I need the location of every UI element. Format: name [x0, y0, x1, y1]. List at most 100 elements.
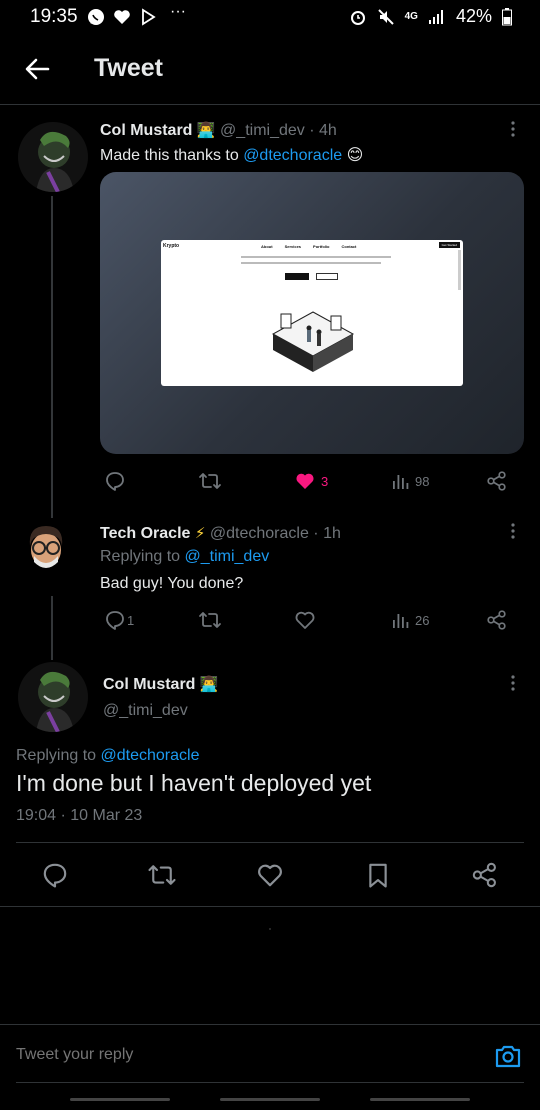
status-overflow: ···	[170, 3, 186, 20]
whatsapp-icon	[88, 9, 104, 25]
avatar[interactable]	[18, 520, 74, 576]
share-button[interactable]	[486, 609, 508, 631]
tweet-text-emoji: 😊	[346, 147, 364, 164]
camera-icon[interactable]	[494, 1043, 522, 1069]
main-tweet-text: I'm done but I haven't deployed yet	[16, 770, 372, 796]
main-author: Col Mustard 👨‍💻	[103, 675, 219, 694]
preview-nav-item: Services	[284, 244, 302, 249]
signal-icon	[428, 9, 443, 24]
views-count: 26	[415, 612, 430, 628]
replying-label: Replying to	[100, 548, 185, 565]
like-icon[interactable]	[256, 861, 284, 889]
share-icon	[487, 471, 506, 491]
status-notification-icons: ···	[86, 3, 186, 27]
retweet-button[interactable]	[198, 609, 222, 631]
loading-dot	[269, 928, 271, 930]
author-handle[interactable]: @_timi_dev	[220, 122, 305, 139]
alarm-icon	[350, 10, 365, 25]
retweet-icon[interactable]	[147, 861, 177, 889]
avatar-memoji-icon	[18, 520, 74, 576]
nav-pill[interactable]	[70, 1098, 170, 1101]
author-handle[interactable]: @dtechoracle	[210, 525, 309, 542]
bookmark-icon[interactable]	[364, 861, 392, 889]
views-button[interactable]: 26	[390, 610, 429, 630]
replying-to-link[interactable]: @_timi_dev	[185, 548, 270, 565]
author-emoji: 👨‍💻	[199, 676, 219, 693]
preview-button	[316, 273, 338, 280]
more-icon[interactable]	[506, 119, 520, 139]
mention-link[interactable]: @dtechoracle	[243, 147, 342, 164]
play-store-icon	[142, 8, 156, 26]
preview-nav: About Services Portfolio Contact	[261, 244, 356, 249]
preview-nav-item: Contact	[341, 244, 357, 249]
divider	[16, 1082, 524, 1083]
divider	[16, 842, 524, 843]
avatar-joker-icon	[18, 662, 88, 732]
preview-nav-item: Portfolio	[313, 244, 330, 249]
battery-icon	[502, 7, 512, 25]
avatar[interactable]	[18, 662, 88, 732]
retweet-button[interactable]	[198, 470, 222, 492]
tweet-header: Col Mustard 👨‍💻 @_timi_dev · 4h	[100, 121, 500, 140]
preview-brand: Krypto	[163, 243, 180, 249]
preview-cta: Get Started	[438, 242, 460, 248]
views-icon	[393, 614, 409, 628]
tweet-actions: 1 26	[100, 608, 524, 632]
preview-text-line	[241, 262, 381, 264]
tweet-text: Made this thanks to @dtechoracle 😊	[100, 145, 520, 165]
reply-icon	[106, 611, 124, 630]
author-name[interactable]: Tech Oracle	[100, 525, 190, 542]
page-title: Tweet	[94, 54, 163, 82]
back-arrow-icon[interactable]	[22, 54, 52, 84]
author-name[interactable]: Col Mustard	[103, 676, 195, 693]
avatar[interactable]	[18, 122, 88, 192]
status-bar: 19:35 ··· 4G 42%	[0, 0, 540, 36]
top-app-bar: Tweet	[0, 40, 540, 105]
tweet-text: Bad guy! You done?	[100, 575, 244, 592]
replying-to: Replying to @dtechoracle	[16, 747, 199, 765]
reply-input[interactable]	[16, 1043, 456, 1067]
status-system-icons: 4G 42%	[349, 6, 512, 27]
like-button[interactable]: 3	[294, 470, 328, 492]
thread-line	[51, 196, 53, 518]
tweet-media[interactable]: Krypto About Services Portfolio Contact …	[100, 172, 524, 454]
network-type: 4G	[404, 11, 418, 22]
preview-illustration	[271, 311, 355, 372]
battery-percent: 42%	[455, 6, 492, 26]
tweet-actions: 3 98	[100, 469, 524, 493]
reply-button[interactable]	[104, 470, 126, 492]
mute-icon	[377, 8, 394, 25]
retweet-icon	[199, 612, 221, 628]
preview-button	[285, 273, 309, 280]
author-badge: ⚡	[194, 525, 206, 542]
nav-pill[interactable]	[370, 1098, 470, 1101]
main-tweet-actions	[0, 858, 540, 892]
more-icon[interactable]	[506, 673, 520, 693]
like-icon	[296, 473, 314, 489]
reply-icon	[106, 472, 124, 491]
reply-composer	[0, 1024, 540, 1085]
views-count: 98	[415, 473, 430, 489]
system-nav-bar	[0, 1095, 540, 1105]
reply-count: 1	[127, 612, 135, 628]
more-icon[interactable]	[506, 521, 520, 541]
replying-to-link[interactable]: @dtechoracle	[101, 747, 200, 764]
author-handle[interactable]: @_timi_dev	[103, 702, 188, 720]
reply-button[interactable]: 1	[104, 609, 134, 631]
preview-scrollbar	[458, 250, 461, 290]
replying-to: Replying to @_timi_dev	[100, 548, 269, 566]
author-emoji: 👨‍💻	[196, 122, 216, 139]
author-name[interactable]: Col Mustard	[100, 122, 192, 139]
share-button[interactable]	[486, 470, 508, 492]
nav-pill[interactable]	[220, 1098, 320, 1101]
heart-status-icon	[114, 10, 130, 24]
tweet-header: Tech Oracle ⚡ @dtechoracle · 1h	[100, 524, 500, 543]
views-button[interactable]: 98	[390, 471, 429, 491]
like-button[interactable]	[294, 609, 316, 631]
website-preview: Krypto About Services Portfolio Contact …	[161, 240, 463, 386]
tweet-time: · 1h	[313, 525, 341, 542]
retweet-icon	[199, 473, 221, 489]
share-icon[interactable]	[471, 861, 499, 889]
views-icon	[393, 475, 409, 489]
reply-icon[interactable]	[41, 861, 69, 889]
